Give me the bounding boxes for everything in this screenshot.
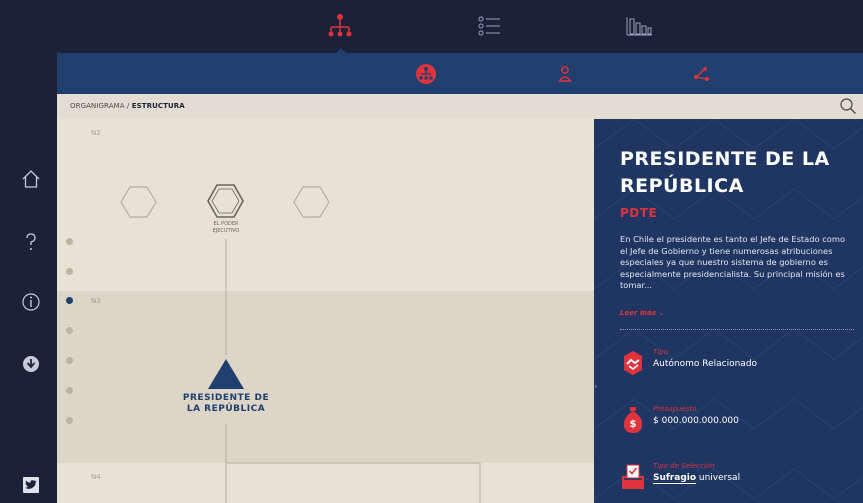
share-icon[interactable] xyxy=(689,62,713,86)
help-icon[interactable] xyxy=(20,231,42,253)
org-chart-canvas[interactable]: N2 N3 N4 EL PODER EJECUTIVO PRESIDENTE D… xyxy=(57,119,594,503)
breadcrumb: ORGANIGRAMA / ESTRUCTURA xyxy=(70,102,185,110)
panel-divider xyxy=(620,329,854,330)
collapse-panel-arrow-icon[interactable]: › xyxy=(594,382,604,394)
tipo-value: Autónomo Relacionado xyxy=(653,359,758,369)
org-structure-icon[interactable] xyxy=(414,62,438,86)
info-seleccion: Tipo de Selección Sufragio universal xyxy=(620,462,855,496)
seleccion-value: Sufragio universal xyxy=(653,473,741,484)
president-triangle xyxy=(208,359,244,389)
svg-text:$: $ xyxy=(630,419,637,430)
panel-title: PRESIDENTE DE LA REPÚBLICA xyxy=(620,148,830,197)
seleccion-bold[interactable]: Sufragio xyxy=(653,473,697,484)
info-icon[interactable] xyxy=(20,291,42,313)
download-icon[interactable] xyxy=(20,353,42,375)
breadcrumb-current: ESTRUCTURA xyxy=(131,102,185,110)
seleccion-rest: universal xyxy=(696,473,741,483)
hexagon-inner xyxy=(211,188,240,214)
handshake-icon xyxy=(624,351,642,375)
sub-navigation-bar xyxy=(57,53,863,94)
president-node-label[interactable]: PRESIDENTE DE LA REPÚBLICA xyxy=(167,393,285,415)
breadcrumb-root[interactable]: ORGANIGRAMA / xyxy=(70,102,129,110)
ballot-box-icon xyxy=(622,464,644,489)
org-chart-connectors xyxy=(120,184,481,503)
bar-chart-icon[interactable] xyxy=(624,10,654,42)
list-icon[interactable] xyxy=(474,10,504,42)
left-sidebar xyxy=(0,53,57,503)
person-icon[interactable] xyxy=(553,62,577,86)
panel-abbreviation: PDTE xyxy=(620,206,658,220)
tipo-label: Tipo xyxy=(653,348,668,356)
search-icon[interactable] xyxy=(839,97,857,115)
hexagon-node-selected xyxy=(207,184,244,218)
info-tipo: Tipo Autónomo Relacionado xyxy=(620,348,855,382)
breadcrumb-bar: ORGANIGRAMA / ESTRUCTURA xyxy=(57,94,863,120)
hexagon-node xyxy=(293,186,330,218)
top-navigation-bar xyxy=(0,0,863,54)
seleccion-label: Tipo de Selección xyxy=(653,462,715,470)
detail-panel: PRESIDENTE DE LA REPÚBLICA PDTE En Chile… xyxy=(594,119,863,503)
read-more-link[interactable]: Leer más ⌄ xyxy=(620,309,664,317)
node-label-poder-ejecutivo[interactable]: EL PODER EJECUTIVO xyxy=(195,221,257,235)
org-chart-icon[interactable] xyxy=(325,10,355,42)
presupuesto-value: $ 000.000.000.000 xyxy=(653,416,739,426)
money-bag-icon: $ xyxy=(623,407,643,433)
home-icon[interactable] xyxy=(20,168,42,190)
panel-description: En Chile el presidente es tanto el Jefe … xyxy=(620,234,846,290)
info-presupuesto: $ Presupuesto $ 000.000.000.000 xyxy=(620,405,855,439)
twitter-icon[interactable] xyxy=(23,477,39,493)
hexagon-node xyxy=(120,186,157,218)
presupuesto-label: Presupuesto xyxy=(653,405,697,413)
